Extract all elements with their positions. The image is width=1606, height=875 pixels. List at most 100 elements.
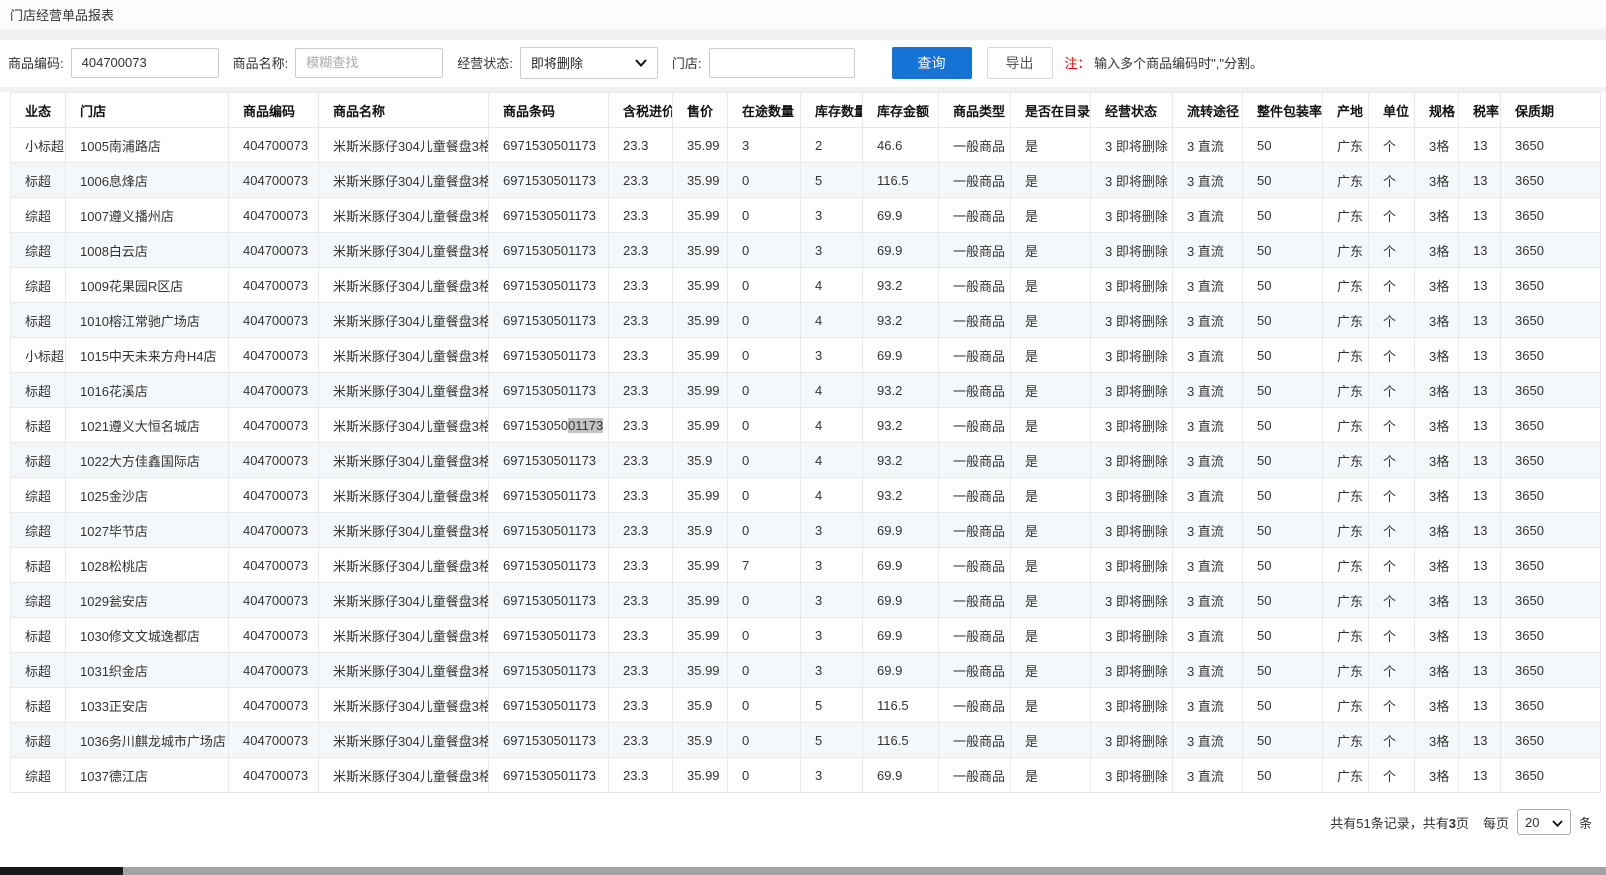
cell-spec: 3格 (1415, 233, 1459, 268)
cell-barcode: 6971530501173 (489, 478, 609, 513)
column-header-status: 经营状态 (1091, 93, 1173, 128)
status-select[interactable]: 即将删除 (520, 47, 658, 79)
cell-store: 1022大方佳鑫国际店 (66, 443, 229, 478)
column-header-tax: 税率 (1459, 93, 1501, 128)
cell-code: 404700073 (229, 373, 319, 408)
cell-tax: 13 (1459, 128, 1501, 163)
cell-status: 3 即将删除 (1091, 303, 1173, 338)
pagination-prefix: 共有 (1330, 816, 1356, 831)
cell-pack_rate: 50 (1243, 373, 1323, 408)
cell-in_transit: 0 (728, 443, 801, 478)
table-row: 综超1029瓮安店404700073米斯米豚仔304儿童餐盘3格69715305… (11, 583, 1601, 618)
cell-type: 一般商品 (939, 128, 1011, 163)
cell-origin: 广东 (1323, 408, 1369, 443)
horizontal-scrollbar-track[interactable] (0, 867, 1606, 875)
cell-yetai: 标超 (11, 618, 66, 653)
cell-barcode: 6971530501173 (489, 618, 609, 653)
cell-shelf_life: 3650 (1501, 163, 1601, 198)
cell-price_in: 23.3 (609, 408, 673, 443)
cell-in_transit: 0 (728, 268, 801, 303)
cell-name: 米斯米豚仔304儿童餐盘3格 (319, 128, 489, 163)
cell-pack_rate: 50 (1243, 443, 1323, 478)
selected-text: 01173 (568, 418, 603, 433)
per-page-select[interactable]: 20 (1517, 809, 1571, 835)
cell-in_catalog: 是 (1011, 408, 1091, 443)
cell-type: 一般商品 (939, 583, 1011, 618)
cell-price: 35.99 (673, 233, 728, 268)
cell-unit: 个 (1369, 338, 1415, 373)
cell-name: 米斯米豚仔304儿童餐盘3格 (319, 338, 489, 373)
cell-shelf_life: 3650 (1501, 198, 1601, 233)
cell-pack_rate: 50 (1243, 548, 1323, 583)
cell-tax: 13 (1459, 758, 1501, 793)
cell-shelf_life: 3650 (1501, 373, 1601, 408)
cell-status: 3 即将删除 (1091, 338, 1173, 373)
cell-price: 35.99 (673, 758, 728, 793)
horizontal-scrollbar-thumb[interactable] (0, 867, 123, 875)
pagination-record-count: 51 (1356, 816, 1370, 831)
cell-unit: 个 (1369, 408, 1415, 443)
cell-code: 404700073 (229, 268, 319, 303)
cell-price: 35.9 (673, 443, 728, 478)
store-label: 门店: (672, 53, 702, 72)
cell-store: 1027毕节店 (66, 513, 229, 548)
cell-code: 404700073 (229, 583, 319, 618)
product-name-input[interactable] (295, 48, 443, 78)
cell-yetai: 综超 (11, 198, 66, 233)
table-row: 综超1007遵义播州店404700073米斯米豚仔304儿童餐盘3格697153… (11, 198, 1601, 233)
product-code-label: 商品编码: (8, 53, 64, 72)
cell-name: 米斯米豚仔304儿童餐盘3格 (319, 513, 489, 548)
cell-spec: 3格 (1415, 163, 1459, 198)
cell-code: 404700073 (229, 408, 319, 443)
cell-price_in: 23.3 (609, 688, 673, 723)
cell-yetai: 小标超 (11, 128, 66, 163)
cell-store: 1009花果园R区店 (66, 268, 229, 303)
cell-shelf_life: 3650 (1501, 688, 1601, 723)
cell-store: 1031织金店 (66, 653, 229, 688)
cell-name: 米斯米豚仔304儿童餐盘3格 (319, 268, 489, 303)
cell-code: 404700073 (229, 163, 319, 198)
cell-tax: 13 (1459, 583, 1501, 618)
product-code-input[interactable] (71, 48, 219, 78)
cell-spec: 3格 (1415, 513, 1459, 548)
chevron-down-icon (1552, 815, 1563, 830)
cell-price_in: 23.3 (609, 338, 673, 373)
cell-unit: 个 (1369, 478, 1415, 513)
cell-name: 米斯米豚仔304儿童餐盘3格 (319, 373, 489, 408)
cell-unit: 个 (1369, 268, 1415, 303)
cell-price_in: 23.3 (609, 618, 673, 653)
cell-unit: 个 (1369, 233, 1415, 268)
per-page-value: 20 (1525, 815, 1539, 830)
cell-code: 404700073 (229, 338, 319, 373)
search-button[interactable]: 查询 (892, 47, 972, 79)
export-button[interactable]: 导出 (987, 47, 1053, 79)
store-input[interactable] (709, 48, 855, 78)
cell-in_catalog: 是 (1011, 653, 1091, 688)
cell-type: 一般商品 (939, 618, 1011, 653)
cell-price: 35.99 (673, 478, 728, 513)
cell-in_catalog: 是 (1011, 303, 1091, 338)
cell-code: 404700073 (229, 548, 319, 583)
cell-pack_rate: 50 (1243, 233, 1323, 268)
cell-unit: 个 (1369, 548, 1415, 583)
cell-code: 404700073 (229, 233, 319, 268)
cell-type: 一般商品 (939, 653, 1011, 688)
cell-code: 404700073 (229, 128, 319, 163)
cell-store: 1021遵义大恒名城店 (66, 408, 229, 443)
cell-price_in: 23.3 (609, 198, 673, 233)
cell-shelf_life: 3650 (1501, 303, 1601, 338)
cell-price: 35.99 (673, 548, 728, 583)
cell-stock_amt: 69.9 (863, 758, 939, 793)
cell-shelf_life: 3650 (1501, 443, 1601, 478)
cell-code: 404700073 (229, 618, 319, 653)
cell-in_catalog: 是 (1011, 618, 1091, 653)
cell-yetai: 综超 (11, 268, 66, 303)
cell-tax: 13 (1459, 338, 1501, 373)
cell-origin: 广东 (1323, 618, 1369, 653)
cell-store: 1008白云店 (66, 233, 229, 268)
column-header-origin: 产地 (1323, 93, 1369, 128)
table-row: 标超1031织金店404700073米斯米豚仔304儿童餐盘3格69715305… (11, 653, 1601, 688)
cell-stock_amt: 93.2 (863, 268, 939, 303)
cell-status: 3 即将删除 (1091, 408, 1173, 443)
cell-yetai: 标超 (11, 303, 66, 338)
